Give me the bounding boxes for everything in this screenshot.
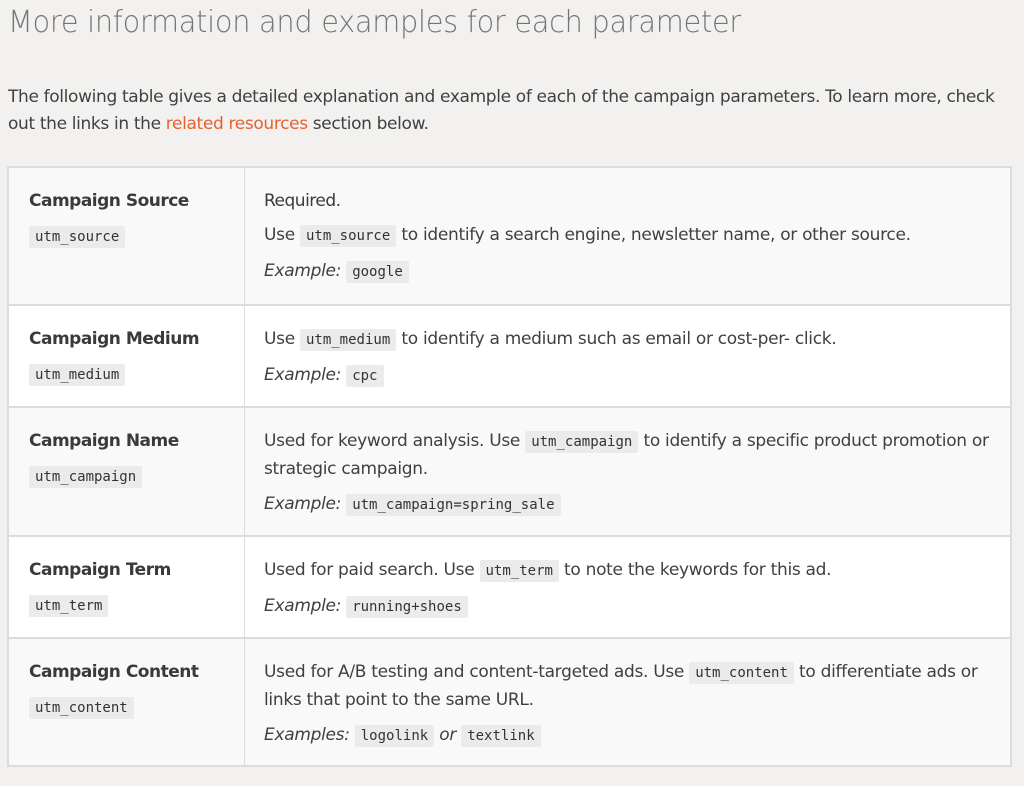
example-value: cpc [346, 365, 384, 387]
param-example: Example: running+shoes [264, 594, 1010, 619]
desc-text: to identify a medium such as email or co… [396, 329, 837, 349]
desc-text: Use [264, 329, 300, 349]
param-name: Campaign Term [29, 560, 171, 580]
example-label: Examples: [264, 725, 350, 745]
desc-text: Used for A/B testing and content-targete… [264, 662, 690, 682]
param-name-cell: Campaign Content utm_content [7, 637, 245, 767]
param-example: Example: utm_campaign=spring_sale [264, 492, 1010, 517]
param-name-cell: Campaign Term utm_term [7, 535, 245, 639]
parameters-table: Campaign Source utm_source Required. Use… [7, 166, 1012, 767]
inline-code: utm_content [689, 662, 794, 684]
param-name-cell: Campaign Source utm_source [7, 166, 245, 306]
param-desc-cell: Used for paid search. Use utm_term to no… [244, 535, 1012, 639]
desc-text: to identify a search engine, newsletter … [396, 225, 911, 245]
param-description: Used for keyword analysis. Use utm_campa… [264, 428, 994, 483]
param-description: Use utm_source to identify a search engi… [264, 222, 1010, 250]
table-row-content: Campaign Content utm_content Used for A/… [7, 637, 1012, 767]
inline-code: utm_campaign [525, 431, 639, 453]
param-code: utm_source [29, 226, 126, 248]
param-code: utm_medium [29, 364, 126, 386]
param-desc-cell: Used for A/B testing and content-targete… [244, 637, 1012, 767]
example-label: Example: [264, 365, 342, 385]
param-example: Example: google [264, 259, 1010, 284]
param-description: Use utm_medium to identify a medium such… [264, 326, 1010, 354]
intro-text-end: section below. [307, 114, 429, 134]
example-value: google [346, 261, 409, 283]
example-label: Example: [264, 261, 342, 281]
param-code: utm_content [29, 697, 134, 719]
example-joiner: or [439, 725, 457, 745]
example-label: Example: [264, 596, 342, 616]
desc-text: Used for paid search. Use [264, 560, 480, 580]
inline-code: utm_medium [299, 329, 397, 351]
param-name: Campaign Name [29, 431, 179, 451]
inline-code: utm_term [479, 560, 559, 582]
intro-text: The following table gives a detailed exp… [8, 87, 995, 134]
param-desc-cell: Required. Use utm_source to identify a s… [244, 166, 1012, 306]
page: More information and examples for each p… [0, 0, 1024, 767]
table-row-medium: Campaign Medium utm_medium Use utm_mediu… [7, 304, 1012, 408]
param-name: Campaign Source [29, 191, 189, 211]
table-row-name: Campaign Name utm_campaign Used for keyw… [7, 406, 1012, 537]
param-name-cell: Campaign Medium utm_medium [7, 304, 245, 408]
related-resources-link[interactable]: related resources [166, 114, 308, 134]
param-description: Used for paid search. Use utm_term to no… [264, 557, 1010, 585]
intro-paragraph: The following table gives a detailed exp… [8, 84, 1008, 138]
example-value: utm_campaign=spring_sale [346, 494, 561, 516]
param-description: Used for A/B testing and content-targete… [264, 659, 1004, 714]
table-row-term: Campaign Term utm_term Used for paid sea… [7, 535, 1012, 639]
table-row-source: Campaign Source utm_source Required. Use… [7, 166, 1012, 306]
param-desc-cell: Used for keyword analysis. Use utm_campa… [244, 406, 1012, 537]
param-code: utm_campaign [29, 466, 143, 488]
param-example: Example: cpc [264, 363, 1010, 388]
required-label: Required. [264, 191, 341, 211]
page-heading: More information and examples for each p… [8, 5, 741, 40]
example-label: Example: [264, 494, 342, 514]
desc-text: Used for keyword analysis. Use [264, 431, 526, 451]
example-value: running+shoes [346, 596, 468, 618]
param-name-cell: Campaign Name utm_campaign [7, 406, 245, 537]
param-code: utm_term [29, 595, 109, 617]
example-value: textlink [461, 725, 541, 747]
desc-text: to note the keywords for this ad. [558, 560, 832, 580]
example-value: logolink [354, 725, 435, 747]
param-example: Examples: logolink or textlink [264, 723, 1010, 748]
inline-code: utm_source [299, 225, 397, 247]
param-desc-cell: Use utm_medium to identify a medium such… [244, 304, 1012, 408]
desc-text: Use [264, 225, 300, 245]
param-name: Campaign Content [29, 662, 199, 682]
param-name: Campaign Medium [29, 329, 200, 349]
